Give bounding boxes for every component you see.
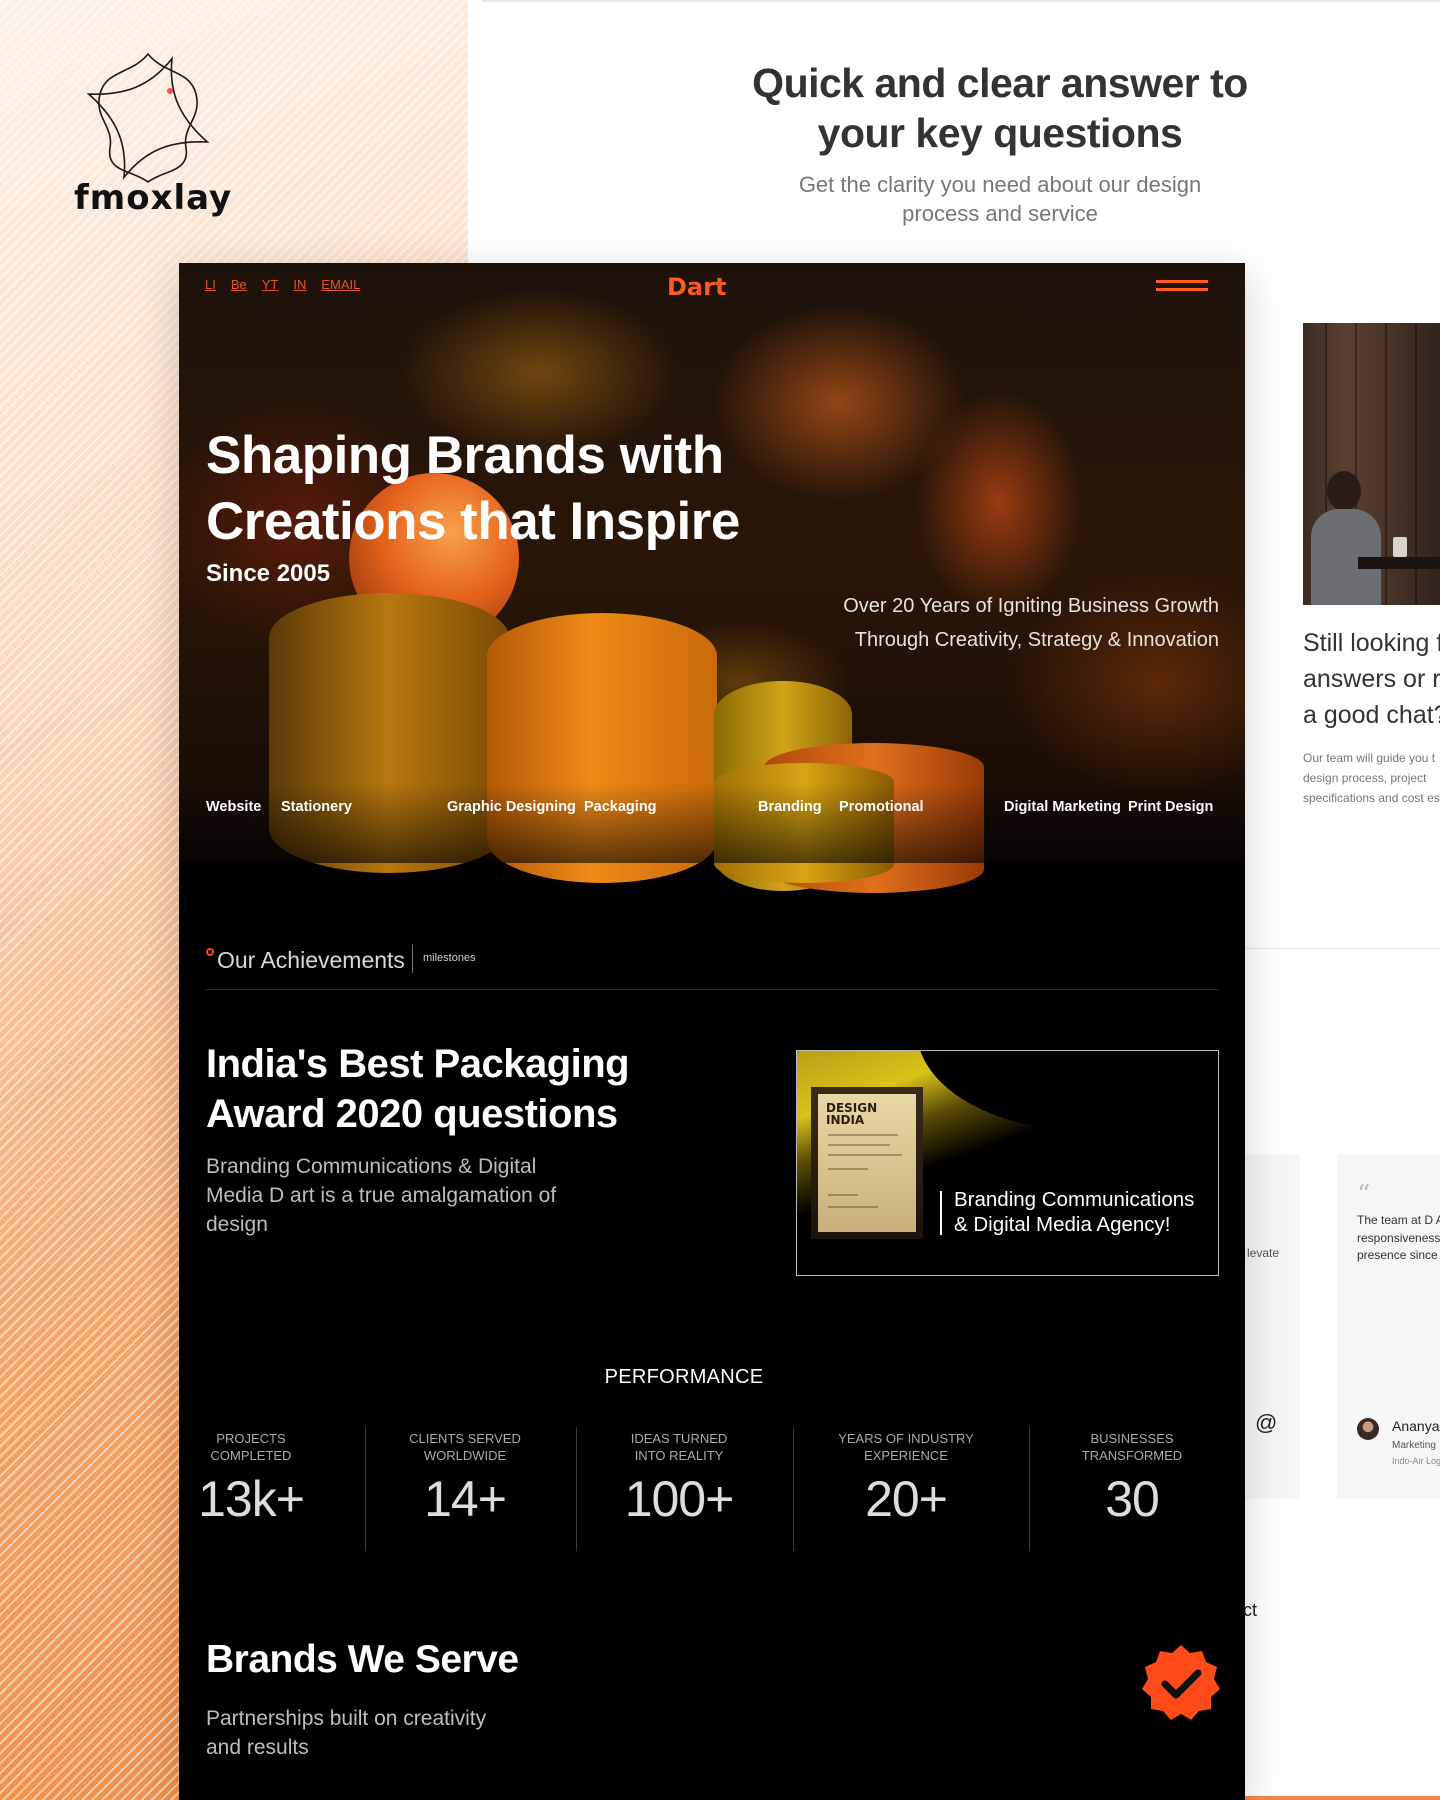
section-divider xyxy=(1245,948,1440,949)
hero-tagline: Over 20 Years of Igniting Business Growt… xyxy=(843,595,1219,651)
social-nav: LI Be YT IN EMAIL xyxy=(205,277,360,292)
hamburger-menu-icon[interactable] xyxy=(1156,280,1208,294)
verified-badge-icon xyxy=(1142,1645,1220,1720)
consultant-photo xyxy=(1303,323,1440,605)
bullet-icon xyxy=(206,948,214,956)
testimonial-author: Ananya xyxy=(1392,1418,1440,1434)
service-tag[interactable]: Stationery xyxy=(281,799,352,815)
faq-heading: Quick and clear answer to your key quest… xyxy=(752,60,1248,156)
achievements-label: Our Achievements xyxy=(217,947,405,973)
service-tag[interactable]: Website xyxy=(206,799,261,815)
dart-logo-icon: @ xyxy=(1255,1410,1278,1435)
site-logo[interactable]: Dart xyxy=(667,273,726,301)
nav-link-behance[interactable]: Be xyxy=(231,277,247,292)
brand-name: fmoxlay xyxy=(74,178,233,218)
service-tag[interactable]: Branding xyxy=(758,799,822,815)
stat-projects: PROJECTS COMPLETED 13k+ xyxy=(198,1431,305,1527)
testimonial-card-partial: levate @ xyxy=(1245,1154,1300,1499)
award-caption: Branding Communications & Digital Media … xyxy=(954,1188,1195,1236)
service-tag[interactable]: Print Design xyxy=(1128,799,1213,815)
service-tags: Website Stationery Graphic Designing Pac… xyxy=(179,799,1245,819)
stat-clients: CLIENTS SERVED WORLDWIDE 14+ xyxy=(409,1431,521,1527)
stat-ideas: IDEAS TURNED INTO REALITY 100+ xyxy=(624,1431,735,1527)
flower-logo-icon xyxy=(86,52,210,183)
hero-since: Since 2005 xyxy=(206,560,331,587)
testimonial-fragment: levate xyxy=(1247,1246,1280,1260)
performance-stats: PROJECTS COMPLETED 13k+ CLIENTS SERVED WOR… xyxy=(179,1427,1245,1554)
top-divider xyxy=(482,0,1440,2)
nav-link-instagram[interactable]: IN xyxy=(293,277,306,292)
contact-prompt-heading: Still looking f answers or r a good chat… xyxy=(1303,629,1440,729)
award-card: DESIGN INDIA Branding Communications & D… xyxy=(796,1050,1219,1276)
stat-businesses: BUSINESSES TRANSFORMED 30 xyxy=(1081,1431,1183,1527)
stat-years: YEARS OF INDUSTRY EXPERIENCE 20+ xyxy=(838,1431,974,1527)
brands-title: Brands We Serve xyxy=(206,1638,519,1681)
testimonial-card: “ The team at D A with incredible respon… xyxy=(1337,1154,1440,1499)
hero-section: LI Be YT IN EMAIL Dart Shaping Brands wi… xyxy=(179,263,1245,893)
bottom-accent-strip xyxy=(1245,1796,1440,1800)
contact-fragment: ct xyxy=(1243,1600,1258,1620)
service-tag[interactable]: Graphic Designing xyxy=(447,799,576,815)
nav-link-youtube[interactable]: YT xyxy=(262,277,279,292)
testimonial-role: Marketing xyxy=(1392,1440,1436,1451)
nav-link-linkedin[interactable]: LI xyxy=(205,277,216,292)
achievements-tag: milestones xyxy=(423,952,476,964)
quote-icon: “ xyxy=(1357,1180,1371,1210)
performance-title: PERFORMANCE xyxy=(604,1366,764,1388)
faq-subheading: Get the clarity you need about our desig… xyxy=(798,172,1202,226)
achievements-divider xyxy=(206,989,1218,990)
testimonial-text: The team at D A with incredible responsi… xyxy=(1357,1213,1440,1262)
contact-prompt-description: Our team will guide you t design process… xyxy=(1303,751,1440,805)
brands-subtitle: Partnerships built on creativity and res… xyxy=(206,1707,487,1759)
avatar xyxy=(1357,1418,1379,1440)
service-tag[interactable]: Promotional xyxy=(839,799,924,815)
nav-link-email[interactable]: EMAIL xyxy=(321,277,360,292)
award-title: India's Best Packaging Award 2020 questi… xyxy=(206,1042,630,1136)
award-description: Branding Communications & Digital Media … xyxy=(206,1155,557,1236)
service-tag[interactable]: Packaging xyxy=(584,799,657,815)
award-plaque-image: DESIGN INDIA xyxy=(811,1087,923,1239)
hero-title: Shaping Brands with Creations that Inspi… xyxy=(206,426,740,551)
testimonial-company: Indo-Air Log xyxy=(1392,1456,1440,1466)
website-mockup: LI Be YT IN EMAIL Dart Shaping Brands wi… xyxy=(179,263,1245,1800)
service-tag[interactable]: Digital Marketing xyxy=(1004,799,1121,815)
